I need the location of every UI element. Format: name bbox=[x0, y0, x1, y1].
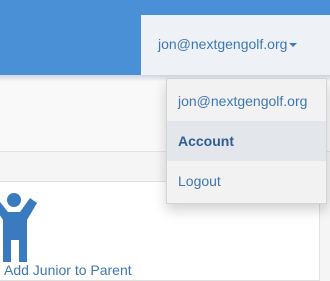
user-menu-toggle[interactable]: jon@nextgengolf.org bbox=[141, 15, 330, 75]
menu-item-account[interactable]: Account bbox=[167, 121, 326, 161]
child-icon bbox=[0, 193, 37, 262]
user-email-text: jon@nextgengolf.org bbox=[158, 36, 288, 52]
user-dropdown-menu: jon@nextgengolf.org Account Logout bbox=[166, 78, 327, 204]
menu-item-logout[interactable]: Logout bbox=[167, 161, 326, 201]
menu-item-email[interactable]: jon@nextgengolf.org bbox=[167, 81, 326, 121]
caret-down-icon bbox=[289, 43, 298, 48]
add-junior-link[interactable]: Add Junior to Parent bbox=[4, 262, 132, 278]
user-email-label: jon@nextgengolf.org bbox=[158, 36, 298, 52]
